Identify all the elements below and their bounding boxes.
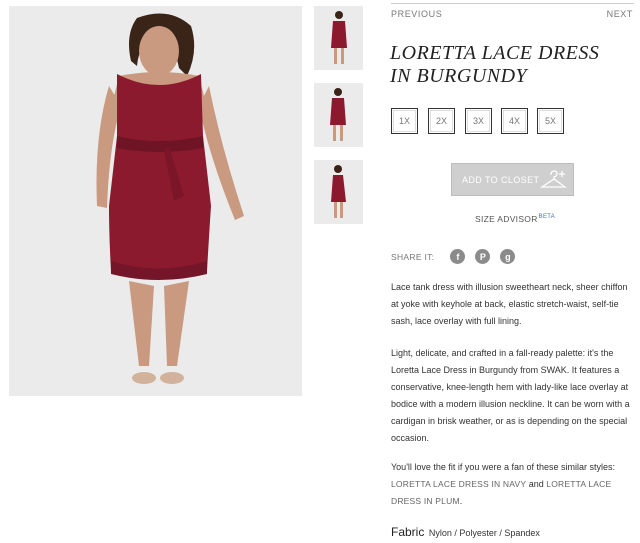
size-label: 1X [393,110,416,132]
share-label: SHARE IT: [391,251,435,262]
fabric-info: Fabric Nylon / Polyester / Spandex [391,525,540,539]
share-bar: SHARE IT: f P g [391,249,516,264]
thumbnail-side[interactable] [314,160,363,224]
previous-link[interactable]: PREVIOUS [391,9,442,19]
thumbnail-side-image [314,160,363,224]
product-title-line-1: LORETTA LACE DRESS [390,42,600,64]
pinterest-icon[interactable]: P [475,249,491,264]
size-label: 3X [467,110,490,132]
facebook-icon[interactable]: f [450,249,466,264]
dress-model-illustration [9,6,302,396]
size-advisor-label: SIZE ADVISOR [475,214,538,224]
size-label: 2X [430,110,453,132]
next-link[interactable]: NEXT [607,9,633,19]
add-to-closet-label: ADD TO CLOSET [462,174,540,185]
size-label: 5X [539,110,562,132]
beta-badge: BETA [538,214,556,221]
fabric-value: Nylon / Polyester / Spandex [428,528,540,538]
fabric-label: Fabric [391,525,425,539]
similar-styles-text: You'll love the fit if you were a fan of… [391,462,615,472]
thumbnail-front[interactable] [314,6,363,70]
thumbnail-detail[interactable] [314,83,363,147]
thumbnail-detail-image [314,83,363,147]
thumbnail-front-image [314,6,363,70]
description-paragraph-2: Light, delicate, and crafted in a fall-r… [391,348,630,443]
size-label: 4X [503,110,526,132]
product-title-line-2: IN BURGUNDY [390,65,528,87]
size-button-4x[interactable]: 4X [501,108,528,134]
main-product-image[interactable] [9,6,302,396]
product-title: LORETTA LACE DRESS IN BURGUNDY [390,42,635,88]
google-plus-icon[interactable]: g [500,249,516,264]
add-to-closet-button[interactable]: ADD TO CLOSET [451,163,574,196]
size-button-5x[interactable]: 5X [537,108,564,134]
size-button-1x[interactable]: 1X [391,108,418,134]
similar-and-text: and [526,479,547,489]
size-advisor-link[interactable]: SIZE ADVISORBETA [475,214,555,224]
similar-end-text: . [459,496,463,506]
hanger-plus-icon [539,170,567,188]
description-paragraph-1: Lace tank dress with illusion sweetheart… [391,282,628,326]
size-button-3x[interactable]: 3X [465,108,492,134]
size-button-2x[interactable]: 2X [428,108,455,134]
top-divider [391,3,634,4]
link-loretta-navy[interactable]: LORETTA LACE DRESS IN NAVY [391,479,526,489]
description-paragraph-3: You'll love the fit if you were a fan of… [391,459,634,510]
